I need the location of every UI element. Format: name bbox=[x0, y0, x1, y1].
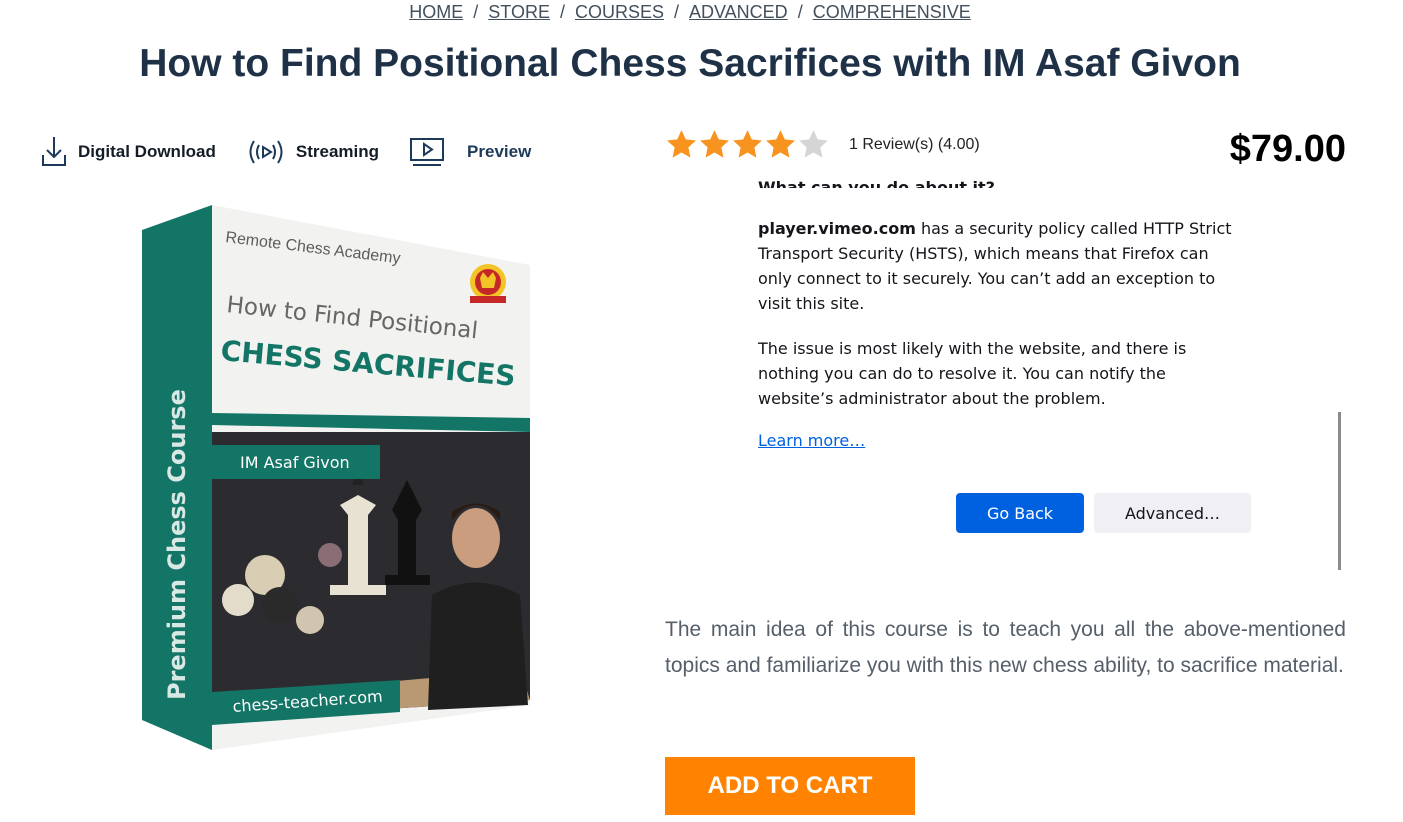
streaming-icon bbox=[249, 140, 283, 164]
breadcrumb-courses-link[interactable]: COURSES bbox=[575, 2, 664, 22]
feature-preview-label: Preview bbox=[467, 142, 532, 161]
feature-streaming-label: Streaming bbox=[295, 142, 380, 161]
video-error-panel: What can you do about it? player.vimeo.c… bbox=[758, 178, 1258, 533]
breadcrumb-separator: / bbox=[673, 2, 679, 22]
breadcrumb-separator: / bbox=[473, 2, 479, 22]
product-box-image: Remote Chess Academy How to Find Positio… bbox=[130, 200, 550, 760]
breadcrumb-advanced-link[interactable]: ADVANCED bbox=[689, 2, 788, 22]
box-side-text: Premium Chess Course bbox=[163, 389, 191, 700]
add-to-cart-button[interactable]: ADD TO CART bbox=[665, 757, 915, 815]
breadcrumb: HOME / STORE / COURSES / ADVANCED / COMPREHENSIV… bbox=[0, 2, 1380, 23]
advanced-button[interactable]: Advanced… bbox=[1094, 493, 1251, 533]
breadcrumb-comprehensive-link[interactable]: COMPREHENSIVE bbox=[813, 2, 971, 22]
download-icon bbox=[42, 137, 66, 166]
error-host: player.vimeo.com bbox=[758, 219, 916, 238]
star-icon bbox=[799, 130, 828, 158]
rating: 1 Review(s) (4.00) bbox=[665, 128, 980, 161]
breadcrumb-separator: / bbox=[559, 2, 565, 22]
award-medal-icon bbox=[470, 264, 506, 303]
breadcrumb-store-link[interactable]: STORE bbox=[488, 2, 550, 22]
feature-preview[interactable]: Preview bbox=[409, 136, 531, 168]
feature-download-label: Digital Download bbox=[78, 142, 216, 161]
page-title: How to Find Positional Chess Sacrifices … bbox=[139, 42, 1241, 85]
star-icon bbox=[667, 130, 696, 158]
preview-icon bbox=[410, 138, 445, 166]
star-icon bbox=[766, 130, 795, 158]
feature-streaming: Streaming bbox=[246, 137, 379, 167]
star-rating bbox=[665, 128, 830, 161]
error-paragraph-2: The issue is most likely with the websit… bbox=[758, 339, 1187, 408]
error-button-row: Go Back Advanced… bbox=[956, 493, 1251, 533]
review-count[interactable]: 1 Review(s) (4.00) bbox=[849, 136, 980, 154]
breadcrumb-separator: / bbox=[797, 2, 803, 22]
star-icon bbox=[700, 130, 729, 158]
error-paragraph-1: player.vimeo.com has a security policy c… bbox=[758, 216, 1238, 316]
star-icon bbox=[733, 130, 762, 158]
breadcrumb-home-link[interactable]: HOME bbox=[409, 2, 463, 22]
error-heading: What can you do about it? bbox=[758, 178, 995, 188]
course-description: The main idea of this course is to teach… bbox=[665, 618, 1346, 677]
iframe-scrollbar[interactable] bbox=[1338, 412, 1341, 570]
feature-list: Digital Download Streaming Preview bbox=[40, 132, 561, 172]
learn-more-link[interactable]: Learn more… bbox=[758, 431, 1258, 450]
go-back-button[interactable]: Go Back bbox=[956, 493, 1084, 533]
feature-digital-download: Digital Download bbox=[40, 135, 216, 169]
box-author-text: IM Asaf Givon bbox=[240, 453, 350, 472]
price: $79.00 bbox=[1229, 128, 1346, 170]
